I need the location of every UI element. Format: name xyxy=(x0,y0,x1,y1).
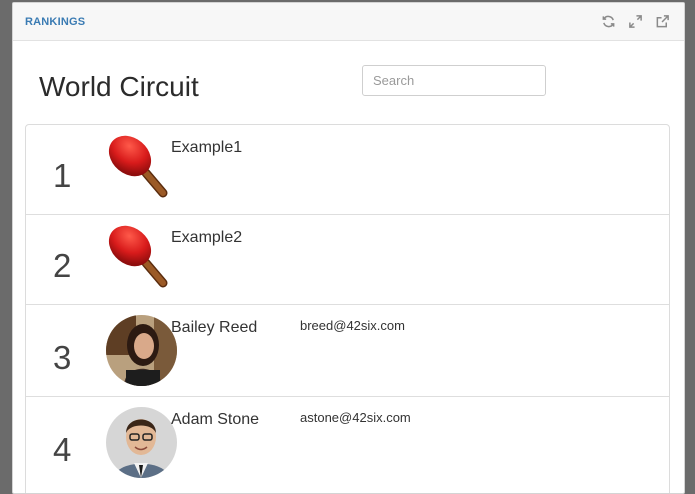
rank-number: 1 xyxy=(53,157,72,194)
list-item[interactable]: 4 Adam Stone astone@42six.com xyxy=(26,397,669,493)
list-item[interactable]: 1 Example1 xyxy=(26,125,669,215)
player-email: breed@42six.com xyxy=(300,318,405,333)
rankings-list: 1 Example1 2 Example2 3 Bailey Reed bree… xyxy=(25,124,670,493)
panel-title: RANKINGS xyxy=(25,16,86,28)
player-name: Example2 xyxy=(171,229,243,246)
search-input[interactable] xyxy=(362,65,546,96)
player-name: Example1 xyxy=(171,139,243,156)
ping-pong-paddle-icon xyxy=(106,223,172,289)
rank-number: 3 xyxy=(53,339,72,376)
player-email: astone@42six.com xyxy=(300,410,411,425)
external-link-icon[interactable] xyxy=(655,14,670,29)
player-name: Adam Stone xyxy=(171,411,260,428)
avatar xyxy=(106,315,177,386)
expand-icon[interactable] xyxy=(628,14,643,29)
list-item[interactable]: 2 Example2 xyxy=(26,215,669,305)
list-item[interactable]: 3 Bailey Reed breed@42six.com xyxy=(26,305,669,397)
refresh-icon[interactable] xyxy=(601,14,616,29)
rank-number: 4 xyxy=(53,431,72,468)
avatar xyxy=(106,407,177,478)
panel-header: RANKINGS xyxy=(13,3,684,41)
ping-pong-paddle-icon xyxy=(106,133,172,199)
page-title: World Circuit xyxy=(39,71,199,102)
rank-number: 2 xyxy=(53,247,72,284)
header-tools xyxy=(601,14,670,29)
player-name: Bailey Reed xyxy=(171,319,258,336)
rankings-panel: RANKINGS World Circuit 1 xyxy=(12,2,685,494)
